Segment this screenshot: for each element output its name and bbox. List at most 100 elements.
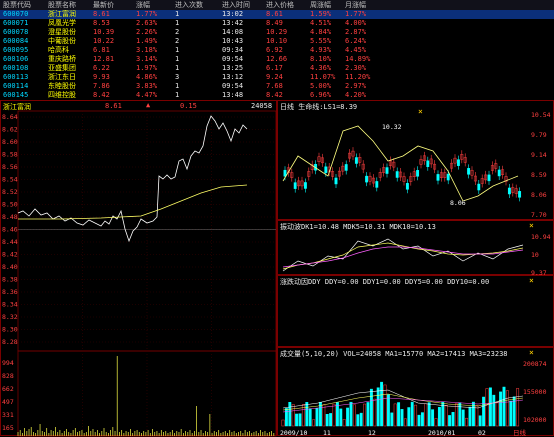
table-row[interactable]: 600078 澄星股份 10.39 2.26% 2 14:08 10.29 4.84% 2.87… — [0, 28, 554, 37]
col-header-week[interactable]: 周涨幅 — [310, 0, 331, 10]
table-row[interactable]: 600071 凤凰光学 8.53 2.63% 1 13:42 8.49 4.51% 4.00% — [0, 19, 554, 28]
volume-bar — [329, 413, 333, 427]
candle-body — [344, 164, 348, 171]
volume-bar — [492, 394, 496, 427]
price-tick-label: 8.60 — [2, 138, 18, 146]
candle-body — [303, 182, 307, 189]
cell-change: 3.83% — [136, 82, 158, 90]
volume-bar — [359, 412, 363, 427]
col-header-count[interactable]: 进入次数 — [175, 0, 203, 10]
close-indicator2-icon[interactable]: × — [529, 276, 534, 285]
volume-axis-label: 200874 — [523, 360, 547, 368]
cell-count: 1 — [175, 64, 180, 72]
indicator1-chart[interactable]: 10.94109.37 — [278, 221, 554, 276]
kline-low-label: 8.06 — [450, 199, 466, 207]
cell-name: 澄星股份 — [48, 28, 76, 36]
intraday-chart-panel[interactable]: 浙江富润 8.61 ▲ 0.15 24058 8.64 8.62 8.60 8.58 8… — [0, 100, 278, 437]
ma-line — [282, 125, 519, 202]
candle-body — [507, 187, 511, 195]
cell-count: 1 — [175, 91, 180, 99]
cell-name: 四维控股 — [48, 91, 76, 99]
indicator2-panel[interactable]: 涨跌动因DDY DDY=0.00 DDY1=0.00 DDY5=0.00 DDY… — [277, 275, 554, 347]
col-header-code[interactable]: 股票代码 — [3, 0, 31, 10]
volume-bar — [393, 403, 397, 427]
cell-latest: 9.93 — [93, 73, 110, 81]
candle-body — [385, 167, 389, 174]
cell-change: 3.14% — [136, 55, 158, 63]
cell-count: 3 — [175, 73, 180, 81]
table-row[interactable]: 600084 中葡股份 10.22 1.49% 2 10:43 10.10 5.55% 6.24… — [0, 37, 554, 46]
cell-name: 浙江东日 — [48, 73, 76, 81]
table-row[interactable]: 600145 四维控股 8.42 4.47% 1 13:48 8.42 6.96% 4.20% — [0, 91, 554, 100]
col-header-name[interactable]: 股票名称 — [48, 0, 76, 10]
table-row[interactable]: 600113 浙江东日 9.93 4.86% 3 13:12 9.24 11.07% 11.20… — [0, 73, 554, 82]
price-tick-label: 8.44 — [2, 238, 18, 246]
table-row[interactable]: 600114 东睦股份 7.86 3.83% 1 09:54 7.68 5.00% 2.97% — [0, 82, 554, 91]
candle-body — [395, 171, 399, 178]
kline-axis-label: 7.70 — [531, 211, 547, 219]
cell-count: 1 — [175, 10, 180, 18]
volume-bar — [502, 386, 506, 427]
cell-price: 6.17 — [266, 64, 283, 72]
volume-tick-label: 165 — [2, 424, 14, 432]
cell-time: 10:43 — [222, 37, 244, 45]
cell-latest: 6.22 — [93, 64, 110, 72]
cell-week: 5.55% — [310, 37, 332, 45]
kline-chart[interactable]: 10.54 9.79 9.14 8.59 8.06 7.70 10.32 8.06 — [278, 101, 554, 221]
col-header-time[interactable]: 进入时间 — [222, 0, 250, 10]
table-row[interactable]: 600108 亚盛集团 6.22 1.97% 1 13:25 6.17 4.36% 2.30% — [0, 64, 554, 73]
table-row[interactable]: 600070 浙江富润 8.61 1.77% 1 13:02 8.61 1.59% 1.77% — [0, 10, 554, 19]
cell-change: 4.86% — [136, 73, 158, 81]
volume-bar — [288, 402, 292, 427]
volume-bar — [454, 403, 458, 427]
volume-bar — [516, 388, 520, 427]
candle-body — [365, 175, 369, 183]
volume-bar — [342, 419, 346, 427]
volume-bar — [475, 405, 479, 427]
candle-body — [518, 191, 522, 198]
cell-month: 4.20% — [345, 91, 367, 99]
table-row[interactable]: 600106 重庆路桥 12.81 3.14% 1 09:54 12.66 8.10% 14.8… — [0, 55, 554, 64]
volume-bar — [407, 407, 411, 427]
kline-axis-label: 10.54 — [531, 111, 551, 119]
volume-bar — [369, 388, 373, 427]
price-tick-label: 8.46 — [2, 226, 18, 234]
cell-count: 1 — [175, 19, 180, 27]
intraday-chart[interactable]: 8.64 8.62 8.60 8.58 8.56 8.54 8.52 8.50 8.48 8.46… — [1, 101, 278, 437]
cell-name: 中葡股份 — [48, 37, 76, 45]
cell-week: 1.59% — [310, 10, 332, 18]
indicator1-panel[interactable]: 振动波DK1=10.48 MDK5=10.31 MDK10=10.13 × 10… — [277, 220, 554, 276]
kline-panel[interactable]: 日线 生命线:LS1=8.39 × 10.54 9.79 9.14 8.59 8.06 7… — [277, 100, 554, 220]
col-header-latest[interactable]: 最新价 — [93, 0, 114, 10]
volume-bar — [383, 384, 387, 427]
volume-panel[interactable]: 成交量(5,10,20) VOL=24058 MA1=15770 MA2=174… — [277, 347, 554, 437]
table-row[interactable]: 600095 哈高科 6.81 3.18% 1 09:34 6.92 4.93% 4.45% — [0, 46, 554, 55]
kline-axis-label: 9.79 — [531, 131, 547, 139]
volume-bar — [322, 404, 326, 427]
volume-chart[interactable]: 2008741550001020002009/10 11 12 2010/01 02 — [278, 348, 554, 437]
candle-body — [456, 159, 460, 166]
cell-latest: 8.42 — [93, 91, 110, 99]
cell-price: 7.68 — [266, 82, 283, 90]
volume-bar — [356, 414, 360, 427]
col-header-month[interactable]: 月涨幅 — [345, 0, 366, 10]
cell-change: 1.97% — [136, 64, 158, 72]
volume-bar — [424, 403, 428, 427]
volume-bar — [420, 412, 424, 427]
volume-bar — [352, 404, 356, 427]
stock-list-table: 股票代码 股票名称 最新价 涨幅 进入次数 进入时间 进入价格 周涨幅 月涨幅 … — [0, 0, 554, 100]
cell-change: 2.63% — [136, 19, 158, 27]
cell-week: 4.93% — [310, 46, 332, 54]
volume-bar — [339, 408, 343, 427]
cell-latest: 12.81 — [93, 55, 115, 63]
cell-price: 6.92 — [266, 46, 283, 54]
volume-bar — [315, 407, 319, 427]
volume-bar — [414, 404, 418, 427]
volume-bar — [461, 409, 465, 427]
cell-latest: 8.53 — [93, 19, 110, 27]
volume-bar — [305, 402, 309, 427]
col-header-change[interactable]: 涨幅 — [136, 0, 150, 10]
cell-name: 浙江富润 — [48, 10, 76, 18]
col-header-price[interactable]: 进入价格 — [266, 0, 294, 10]
cell-code: 600078 — [3, 28, 29, 36]
